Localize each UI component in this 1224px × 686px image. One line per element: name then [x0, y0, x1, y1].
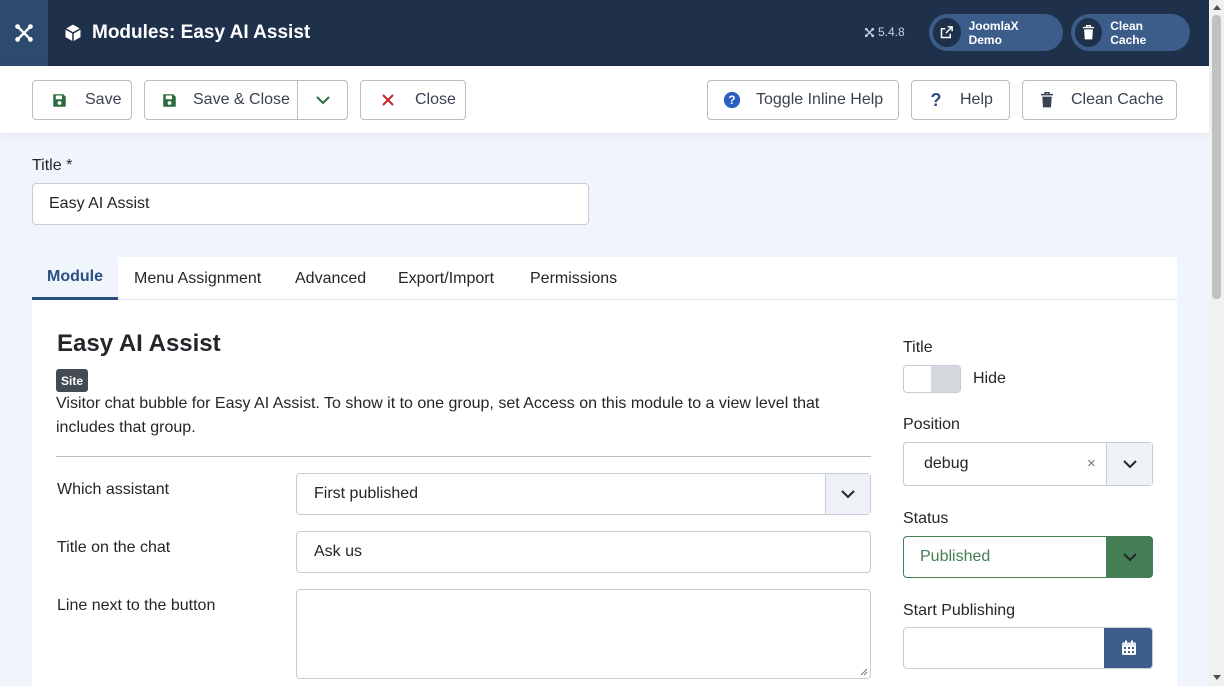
tab-export-import-label: Export/Import — [398, 269, 495, 287]
status-label: Status — [903, 510, 949, 527]
app-header: Modules: Easy AI Assist 5.4.8 JoomlaX De… — [0, 0, 1209, 66]
joomla-icon — [15, 24, 33, 42]
title-visibility-toggle[interactable] — [903, 365, 961, 393]
header-clean-cache-button[interactable]: Clean Cache — [1071, 14, 1190, 51]
scroll-down-icon[interactable] — [1212, 673, 1221, 682]
chevron-down-icon — [315, 95, 330, 104]
tab-permissions[interactable]: Permissions — [530, 257, 617, 300]
tab-advanced-label: Advanced — [295, 269, 367, 287]
version-label: 5.4.8 — [864, 25, 905, 39]
chat-title-label: Title on the chat — [57, 539, 171, 556]
toolbar: Save Save & Close Close ? Toggle Inline … — [0, 66, 1209, 133]
help-button[interactable]: ? Help — [911, 80, 1010, 120]
tab-export-import[interactable]: Export/Import — [398, 257, 494, 300]
chat-title-value: Ask us — [314, 543, 363, 560]
scroll-thumb[interactable] — [1212, 15, 1221, 299]
save-label: Save — [85, 91, 122, 108]
module-description: Visitor chat bubble for Easy AI Assist. … — [56, 395, 820, 436]
chat-title-input[interactable]: Ask us — [296, 531, 871, 573]
save-close-group: Save & Close — [144, 80, 348, 120]
tab-module-label: Module — [47, 268, 103, 285]
start-publishing-input[interactable] — [903, 627, 1153, 669]
save-button[interactable]: Save — [32, 80, 132, 120]
site-badge: Site — [56, 369, 89, 392]
version-text: 5.4.8 — [878, 25, 905, 39]
assistant-select-value: First published — [314, 485, 419, 502]
page-title: Modules: Easy AI Assist — [63, 0, 310, 66]
joomla-logo[interactable] — [0, 0, 48, 66]
save-icon — [33, 93, 85, 108]
clean-cache-button[interactable]: Clean Cache — [1022, 80, 1177, 120]
help-label: Help — [960, 91, 993, 108]
title-input[interactable]: Easy AI Assist — [32, 183, 589, 225]
calendar-icon — [1121, 640, 1136, 655]
button-line-label: Line next to the button — [57, 597, 216, 614]
position-label: Position — [903, 416, 960, 433]
trash-icon — [1075, 18, 1103, 47]
close-label: Close — [415, 91, 456, 108]
sidebar-title-label: Title — [903, 339, 933, 356]
resize-handle-icon[interactable] — [860, 668, 868, 676]
header-clean-cache-label: Clean Cache — [1110, 18, 1147, 47]
position-select[interactable]: debug × — [903, 442, 1153, 486]
joomla-small-icon — [864, 27, 875, 37]
toggle-inline-help-button[interactable]: ? Toggle Inline Help — [707, 80, 899, 120]
save-options-dropdown[interactable] — [298, 81, 347, 119]
trash-icon — [1023, 92, 1071, 108]
tab-module[interactable]: Module — [32, 257, 118, 300]
tab-bar: Module Menu Assignment Advanced Export/I… — [32, 257, 1177, 300]
tab-menu-assignment-label: Menu Assignment — [134, 269, 262, 287]
module-heading: Easy AI Assist — [57, 330, 221, 357]
calendar-button[interactable] — [1104, 628, 1152, 668]
chevron-down-icon — [1106, 443, 1152, 485]
save-close-icon — [145, 93, 193, 108]
clear-position-icon[interactable]: × — [1087, 455, 1096, 472]
page-scrollbar[interactable] — [1209, 0, 1224, 686]
title-input-value: Easy AI Assist — [49, 195, 150, 212]
chevron-down-icon — [825, 474, 870, 514]
save-close-label: Save & Close — [193, 91, 290, 108]
assistant-label: Which assistant — [57, 481, 170, 498]
close-icon — [361, 94, 415, 106]
section-divider — [56, 456, 871, 457]
chevron-down-icon — [1106, 537, 1152, 577]
status-select[interactable]: Published — [903, 536, 1153, 578]
external-link-icon — [933, 18, 961, 47]
button-line-textarea[interactable] — [296, 589, 871, 679]
page-title-text: Modules: Easy AI Assist — [92, 22, 311, 43]
start-publishing-label: Start Publishing — [903, 602, 1016, 619]
save-close-button[interactable]: Save & Close — [145, 81, 297, 119]
cube-icon — [65, 24, 81, 42]
close-button[interactable]: Close — [360, 80, 466, 120]
scroll-up-icon[interactable] — [1212, 3, 1221, 12]
question-icon: ? — [930, 89, 942, 110]
tab-permissions-label: Permissions — [530, 269, 618, 287]
position-value: debug — [924, 455, 969, 472]
tab-menu-assignment[interactable]: Menu Assignment — [134, 257, 261, 300]
tab-advanced[interactable]: Advanced — [295, 257, 366, 300]
clean-cache-label: Clean Cache — [1071, 91, 1164, 108]
title-field-label: Title * — [32, 157, 73, 174]
status-value: Published — [920, 548, 991, 565]
title-toggle-text: Hide — [973, 370, 1006, 387]
toggle-knob — [931, 366, 960, 392]
svg-text:?: ? — [728, 94, 735, 107]
site-link-label: JoomlaX Demo — [968, 18, 1019, 47]
toggle-inline-help-label: Toggle Inline Help — [756, 91, 884, 108]
assistant-select[interactable]: First published — [296, 473, 871, 515]
site-link-button[interactable]: JoomlaX Demo — [929, 14, 1063, 51]
question-circle-icon: ? — [708, 91, 756, 109]
